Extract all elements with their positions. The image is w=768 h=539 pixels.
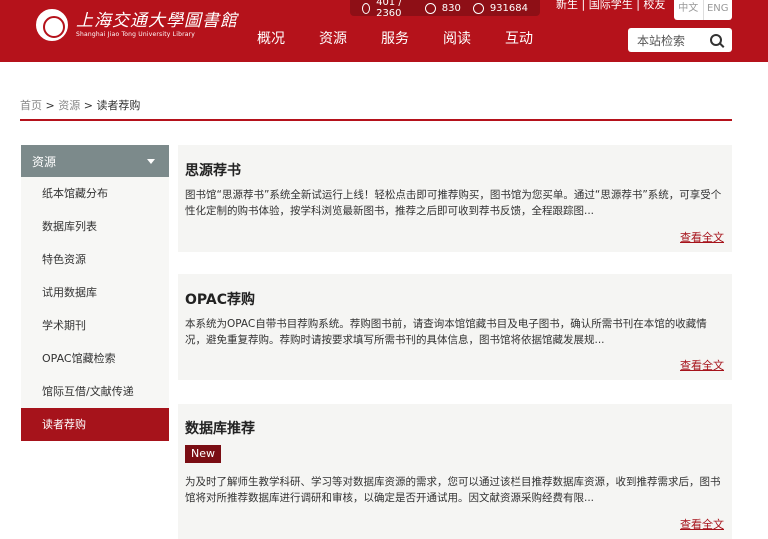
nav-interaction[interactable]: 互动 <box>488 30 550 48</box>
sidebar-item-reader-recommend[interactable]: 读者荐购 <box>21 408 169 441</box>
sidebar-item-opac-search[interactable]: OPAC馆藏检索 <box>21 342 169 375</box>
main-nav: 概况 资源 服务 阅读 互动 <box>240 30 550 48</box>
chevron-down-icon <box>147 158 155 164</box>
read-more-link[interactable]: 查看全文 <box>680 357 724 373</box>
lang-cn[interactable]: 中文 <box>674 0 703 20</box>
card-database: 数据库推荐 New 为及时了解师生教学科研、学习等对数据库资源的需求，您可以通过… <box>178 404 732 539</box>
visits-icon <box>472 2 484 14</box>
card-opac: OPAC荐购 本系统为OPAC自带书目荐购系统。荐购图书前，请查询本馆馆藏书目及… <box>178 274 732 380</box>
seat-icon <box>362 2 371 14</box>
visitor-stats: 401 / 2360 830 931684 <box>350 0 540 19</box>
nav-overview[interactable]: 概况 <box>240 30 302 48</box>
site-header: 上海交通大學圖書館 Shanghai Jiao Tong University … <box>0 0 768 62</box>
sidebar-item-interlibrary-loan[interactable]: 馆际互借/文献传递 <box>21 375 169 408</box>
card-siyuan: 思源荐书 图书馆“思源荐书”系统全新试运行上线！轻松点击即可推荐购买，图书馆为您… <box>178 145 732 252</box>
card-text: 为及时了解师生教学科研、学习等对数据库资源的需求，您可以通过该栏目推荐数据库资源… <box>185 476 721 504</box>
breadcrumb-resources[interactable]: 资源 <box>58 99 80 112</box>
search-input[interactable]: 本站检索 <box>637 32 710 49</box>
top-links[interactable]: 新生 | 国际学生 | 校友 <box>556 0 665 10</box>
visit-count: 931684 <box>489 2 528 14</box>
sidebar-item-database-list[interactable]: 数据库列表 <box>21 210 169 243</box>
site-search[interactable]: 本站检索 <box>628 28 732 52</box>
read-more-link[interactable]: 查看全文 <box>680 516 724 532</box>
sidebar-item-trial-databases[interactable]: 试用数据库 <box>21 276 169 309</box>
card-text: 图书馆“思源荐书”系统全新试运行上线！轻松点击即可推荐购买，图书馆为您买单。通过… <box>185 189 722 217</box>
new-badge: New <box>185 445 221 463</box>
sidebar-list: 纸本馆藏分布 数据库列表 特色资源 试用数据库 学术期刊 OPAC馆藏检索 馆际… <box>21 177 169 441</box>
sidebar-item-print-collections[interactable]: 纸本馆藏分布 <box>21 177 169 210</box>
people-count: 830 <box>441 2 461 14</box>
sidebar-item-special-resources[interactable]: 特色资源 <box>21 243 169 276</box>
sidebar: 资源 纸本馆藏分布 数据库列表 特色资源 试用数据库 学术期刊 OPAC馆藏检索… <box>21 145 169 441</box>
breadcrumb: 首页 > 资源 > 读者荐购 <box>20 99 141 112</box>
card-title[interactable]: 数据库推荐 <box>185 418 255 438</box>
card-text: 本系统为OPAC自带书目荐购系统。荐购图书前，请查询本馆馆藏书目及电子图书，确认… <box>185 318 707 346</box>
read-more-link[interactable]: 查看全文 <box>680 229 724 245</box>
nav-resources[interactable]: 资源 <box>302 30 364 48</box>
library-logo[interactable]: 上海交通大學圖書館 Shanghai Jiao Tong University … <box>36 9 238 41</box>
logo-en-text: Shanghai Jiao Tong University Library <box>76 31 196 38</box>
search-icon[interactable] <box>710 34 722 46</box>
breadcrumb-current: 读者荐购 <box>96 99 141 112</box>
card-title[interactable]: 思源荐书 <box>185 160 241 180</box>
sidebar-header[interactable]: 资源 <box>21 145 169 177</box>
language-switch[interactable]: 中文 ENG <box>674 0 732 20</box>
seat-count: 401 / 2360 <box>376 0 402 19</box>
card-title[interactable]: OPAC荐购 <box>185 289 255 309</box>
logo-cn-text: 上海交通大學圖書館 <box>76 11 238 31</box>
divider <box>20 119 732 121</box>
breadcrumb-home[interactable]: 首页 <box>20 99 42 112</box>
sidebar-item-journals[interactable]: 学术期刊 <box>21 309 169 342</box>
university-emblem-icon <box>36 9 68 41</box>
person-icon <box>424 2 436 14</box>
nav-reading[interactable]: 阅读 <box>426 30 488 48</box>
lang-en[interactable]: ENG <box>702 0 733 20</box>
nav-services[interactable]: 服务 <box>364 30 426 48</box>
